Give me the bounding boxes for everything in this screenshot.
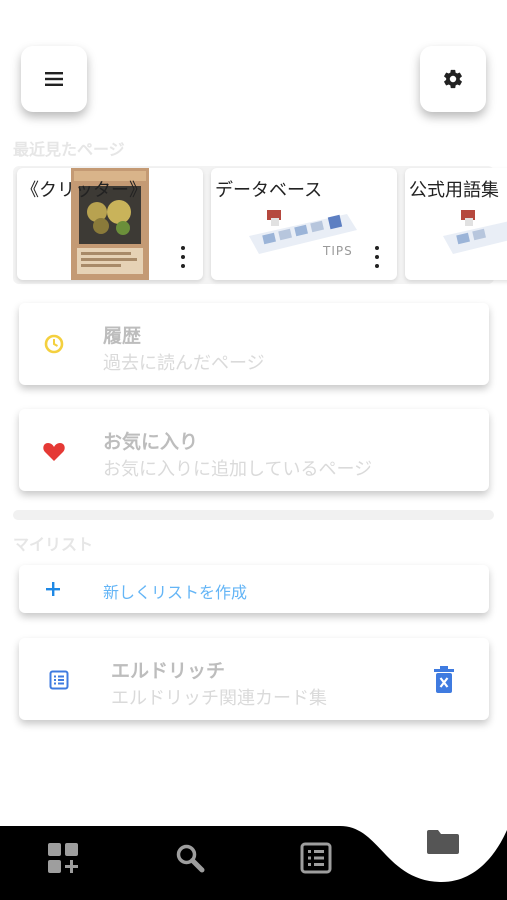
recent-card-title: 《クリッター》 (21, 180, 147, 201)
recent-card-database[interactable]: データベース TIPS (211, 168, 397, 280)
more-vert-icon[interactable] (373, 246, 381, 268)
more-vert-icon[interactable] (179, 246, 187, 268)
section-divider (13, 510, 494, 520)
trash-icon[interactable] (433, 666, 455, 694)
cards-illustration (443, 210, 507, 254)
mylist-item-title: エルドリッチ (111, 660, 226, 682)
history-subtitle: 過去に読んだページ (103, 353, 265, 374)
create-list-label: 新しくリストを作成 (103, 583, 248, 602)
gear-icon (444, 69, 462, 89)
mylist-section-title: マイリスト (13, 535, 94, 554)
tips-label: TIPS (323, 244, 353, 258)
heart-icon (42, 440, 66, 462)
favorites-title: お気に入り (103, 431, 199, 453)
favorites-card[interactable]: お気に入り お気に入りに追加しているページ (19, 409, 489, 491)
hamburger-menu-icon (45, 72, 63, 86)
folder-icon (427, 830, 459, 854)
recent-card-title: データベース (215, 180, 323, 201)
nav-search[interactable] (174, 842, 206, 874)
recent-card-critter[interactable]: 《クリッター》 (17, 168, 203, 280)
recent-section-title: 最近見たページ (13, 140, 125, 159)
search-icon (176, 844, 205, 873)
nav-list[interactable] (300, 842, 332, 874)
recent-card-glossary[interactable]: 公式用語集 (405, 168, 507, 280)
history-title: 履歴 (103, 325, 142, 347)
history-card[interactable]: 履歴 過去に読んだページ (19, 303, 489, 385)
settings-button[interactable] (420, 46, 486, 112)
list-icon (49, 670, 69, 690)
mylist-item[interactable]: エルドリッチ エルドリッチ関連カード集 (19, 638, 489, 720)
recent-card-title: 公式用語集 (409, 180, 499, 201)
add-grid-icon (48, 843, 78, 873)
create-list-button[interactable]: 新しくリストを作成 (19, 565, 489, 613)
mylist-item-subtitle: エルドリッチ関連カード集 (111, 688, 327, 709)
nav-folder[interactable] (426, 828, 460, 856)
recent-pages-carousel[interactable]: 《クリッター》 データベース TIPS 公式用語集 (0, 162, 507, 288)
nav-add-card[interactable] (47, 842, 79, 874)
plus-icon (45, 581, 61, 597)
menu-button[interactable] (21, 46, 87, 112)
clock-icon (43, 333, 65, 355)
bottom-navigation (0, 826, 507, 900)
favorites-subtitle: お気に入りに追加しているページ (103, 459, 373, 480)
list-box-icon (300, 842, 332, 874)
